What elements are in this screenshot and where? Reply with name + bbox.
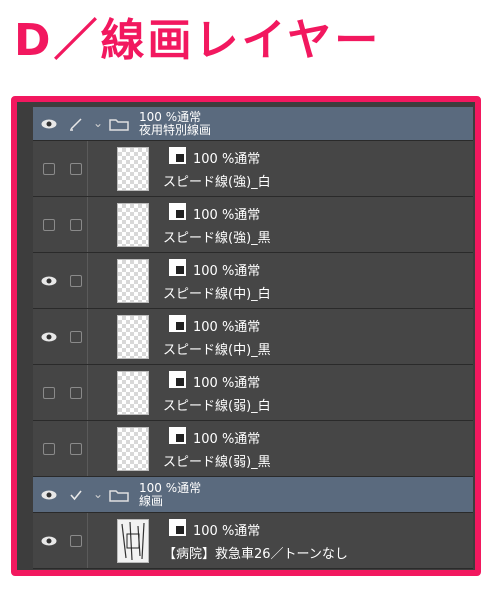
visibility-toggle[interactable]	[33, 197, 64, 252]
raster-layer-icon	[169, 519, 186, 536]
layer-blend: 100 %通常	[193, 524, 261, 539]
visibility-toggle[interactable]	[33, 141, 64, 196]
layer-row[interactable]: 100 %通常 スピード線(強)_白	[33, 141, 473, 197]
hidden-box-icon	[42, 442, 55, 455]
layer-row[interactable]: 100 %通常 スピード線(弱)_黒	[33, 421, 473, 477]
layer-blend: 100 %通常	[193, 208, 261, 223]
lock-toggle[interactable]	[64, 309, 87, 364]
folder-row-night-lineart[interactable]: ⌄ 100 %通常 夜用特別線画	[33, 107, 473, 141]
lock-box-icon	[69, 274, 82, 287]
layer-thumbnail	[117, 427, 149, 471]
visibility-toggle[interactable]	[33, 477, 64, 512]
visibility-toggle[interactable]	[33, 513, 64, 568]
eye-icon	[41, 119, 56, 128]
pen-toggle[interactable]	[64, 107, 87, 140]
pen-icon	[69, 117, 82, 131]
lock-toggle[interactable]	[64, 141, 87, 196]
layer-thumbnail	[117, 371, 149, 415]
raster-layer-icon	[169, 315, 186, 332]
lock-box-icon	[69, 162, 82, 175]
folder-row-lineart[interactable]: ⌄ 100 %通常 線画	[33, 477, 473, 513]
layer-blend: 100 %通常	[193, 264, 261, 279]
raster-layer-icon	[169, 371, 186, 388]
layer-name: 【病院】救急車26／トーンなし	[163, 547, 348, 562]
layer-thumbnail	[117, 203, 149, 247]
layer-panel-frame: ⌄ 100 %通常 夜用特別線画 100 %通常 スピード線(強)_白 100 …	[11, 96, 481, 576]
eye-icon	[41, 276, 56, 285]
eye-icon	[41, 536, 56, 545]
folder-name: 線画	[139, 494, 164, 508]
layer-row[interactable]: 100 %通常 スピード線(中)_白	[33, 253, 473, 309]
hidden-box-icon	[42, 218, 55, 231]
visibility-toggle[interactable]	[33, 421, 64, 476]
lock-toggle[interactable]	[64, 197, 87, 252]
visibility-toggle[interactable]	[33, 365, 64, 420]
layer-name: スピード線(中)_黒	[163, 343, 271, 358]
layer-blend: 100 %通常	[193, 320, 261, 335]
layer-panel: ⌄ 100 %通常 夜用特別線画 100 %通常 スピード線(強)_白 100 …	[33, 107, 473, 569]
folder-icon	[109, 490, 129, 502]
check-toggle[interactable]	[64, 477, 87, 512]
layer-name: スピード線(弱)_黒	[163, 455, 271, 470]
layer-row[interactable]: 100 %通常 スピード線(強)_黒	[33, 197, 473, 253]
hidden-box-icon	[42, 162, 55, 175]
layer-row[interactable]: 100 %通常 スピード線(弱)_白	[33, 365, 473, 421]
eye-icon	[41, 490, 56, 499]
lock-toggle[interactable]	[64, 421, 87, 476]
lock-box-icon	[69, 218, 82, 231]
lock-box-icon	[69, 534, 82, 547]
folder-name: 夜用特別線画	[139, 123, 212, 137]
layer-thumbnail	[117, 259, 149, 303]
lock-box-icon	[69, 386, 82, 399]
lock-box-icon	[69, 330, 82, 343]
visibility-toggle[interactable]	[33, 253, 64, 308]
check-icon	[69, 489, 82, 500]
raster-layer-icon	[169, 203, 186, 220]
layer-blend: 100 %通常	[193, 152, 261, 167]
layer-blend: 100 %通常	[193, 376, 261, 391]
lock-toggle[interactable]	[64, 365, 87, 420]
raster-layer-icon	[169, 259, 186, 276]
raster-layer-icon	[169, 147, 186, 164]
layer-thumbnail	[117, 147, 149, 191]
hidden-box-icon	[42, 386, 55, 399]
raster-layer-icon	[169, 427, 186, 444]
visibility-toggle[interactable]	[33, 107, 64, 140]
layer-row[interactable]: 100 %通常 スピード線(中)_黒	[33, 309, 473, 365]
eye-icon	[41, 332, 56, 341]
lock-box-icon	[69, 442, 82, 455]
layer-thumbnail	[117, 519, 149, 563]
layer-row[interactable]: 100 %通常 【病院】救急車26／トーンなし	[33, 513, 473, 569]
lock-toggle[interactable]	[64, 513, 87, 568]
lock-toggle[interactable]	[64, 253, 87, 308]
layer-blend: 100 %通常	[193, 432, 261, 447]
page-heading: D／線画レイヤー	[14, 15, 382, 66]
chevron-down-icon[interactable]: ⌄	[93, 487, 103, 501]
layer-name: スピード線(弱)_白	[163, 399, 271, 414]
layer-name: スピード線(強)_白	[163, 175, 271, 190]
visibility-toggle[interactable]	[33, 309, 64, 364]
layer-name: スピード線(強)_黒	[163, 231, 271, 246]
layer-name: スピード線(中)_白	[163, 287, 271, 302]
chevron-down-icon[interactable]: ⌄	[93, 116, 103, 130]
folder-icon	[109, 119, 129, 131]
ambulance-sketch-icon	[121, 521, 145, 561]
layer-thumbnail	[117, 315, 149, 359]
